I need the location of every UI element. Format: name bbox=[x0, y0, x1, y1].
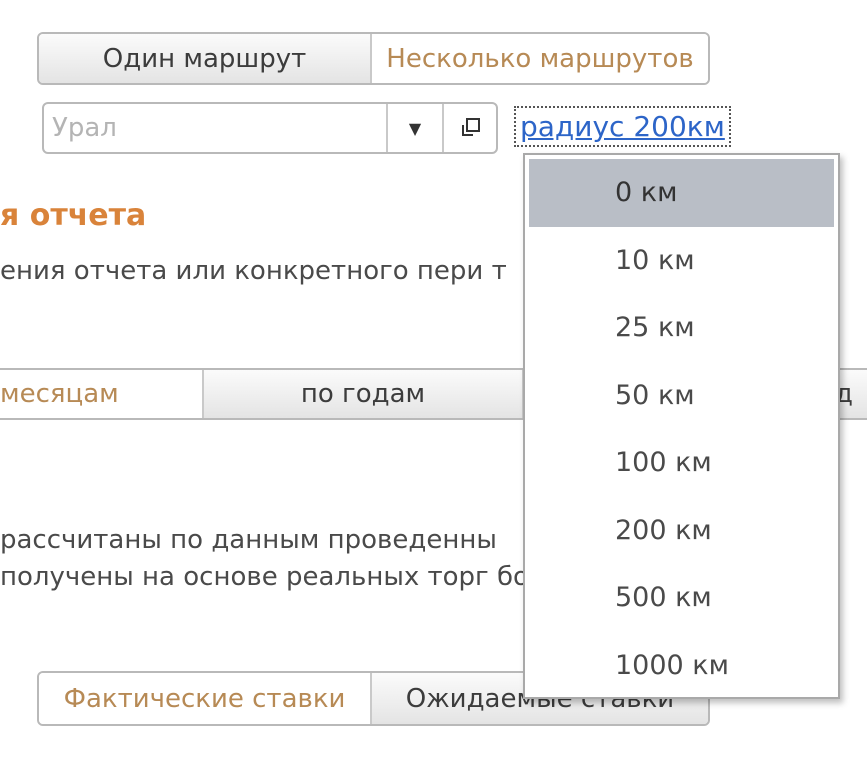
region-input[interactable] bbox=[44, 104, 386, 152]
radius-option-1000[interactable]: 1000 км bbox=[529, 632, 834, 700]
region-combobox: ▼ bbox=[42, 102, 498, 154]
radius-option-200[interactable]: 200 км bbox=[529, 497, 834, 565]
open-window-icon bbox=[462, 118, 480, 136]
route-mode-toggle: Один маршрут Несколько маршрутов bbox=[37, 32, 710, 85]
radius-link[interactable]: радиус 200км bbox=[514, 106, 731, 147]
tab-by-years[interactable]: по годам bbox=[202, 370, 522, 418]
region-dropdown-button[interactable]: ▼ bbox=[386, 104, 442, 152]
actual-rates-button[interactable]: Фактические ставки bbox=[39, 673, 370, 724]
radius-option-50[interactable]: 50 км bbox=[529, 362, 834, 430]
single-route-button[interactable]: Один маршрут bbox=[39, 34, 370, 83]
triangle-down-icon: ▼ bbox=[408, 118, 422, 138]
radius-dropdown-list: 0 км 10 км 25 км 50 км 100 км 200 км 500… bbox=[523, 153, 840, 699]
tab-by-months[interactable]: месяцам bbox=[0, 370, 202, 418]
radius-option-100[interactable]: 100 км bbox=[529, 429, 834, 497]
multiple-routes-button[interactable]: Несколько маршрутов bbox=[370, 34, 708, 83]
region-open-button[interactable] bbox=[442, 104, 496, 152]
radius-option-25[interactable]: 25 км bbox=[529, 294, 834, 362]
radius-option-10[interactable]: 10 км bbox=[529, 227, 834, 295]
section-title: я отчета bbox=[0, 198, 147, 233]
radius-option-0[interactable]: 0 км bbox=[529, 159, 834, 227]
radius-option-500[interactable]: 500 км bbox=[529, 564, 834, 632]
